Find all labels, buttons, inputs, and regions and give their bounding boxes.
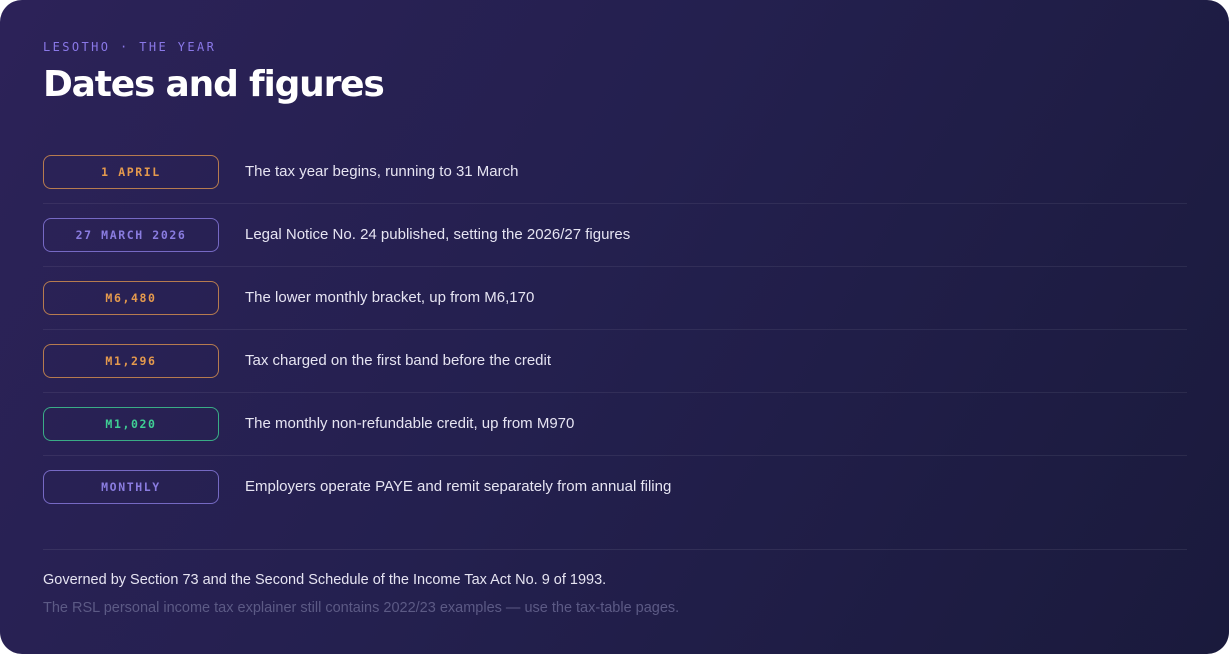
footer-divider bbox=[43, 549, 1187, 550]
date-tag: 27 MARCH 2026 bbox=[43, 218, 219, 252]
list-item: M1,296 Tax charged on the first band bef… bbox=[43, 330, 1187, 393]
page-title: Dates and figures bbox=[43, 64, 385, 105]
list-item: 27 MARCH 2026 Legal Notice No. 24 publis… bbox=[43, 204, 1187, 267]
list-item: 1 APRIL The tax year begins, running to … bbox=[43, 141, 1187, 204]
list-item: M1,020 The monthly non-refundable credit… bbox=[43, 393, 1187, 456]
footer-note: Governed by Section 73 and the Second Sc… bbox=[43, 572, 607, 588]
eyebrow-label: LESOTHO · THE YEAR bbox=[43, 40, 217, 54]
frequency-tag: MONTHLY bbox=[43, 470, 219, 504]
item-description: The monthly non-refundable credit, up fr… bbox=[245, 415, 575, 432]
item-description: The tax year begins, running to 31 March bbox=[245, 163, 519, 180]
figure-tag: M1,296 bbox=[43, 344, 219, 378]
dates-card: LESOTHO · THE YEAR Dates and figures 1 A… bbox=[0, 0, 1229, 654]
item-description: Legal Notice No. 24 published, setting t… bbox=[245, 226, 631, 243]
figure-tag: M6,480 bbox=[43, 281, 219, 315]
item-description: Tax charged on the first band before the… bbox=[245, 352, 552, 369]
date-tag: 1 APRIL bbox=[43, 155, 219, 189]
figure-tag: M1,020 bbox=[43, 407, 219, 441]
item-description: Employers operate PAYE and remit separat… bbox=[245, 478, 672, 495]
dates-list: 1 APRIL The tax year begins, running to … bbox=[43, 141, 1187, 519]
item-description: The lower monthly bracket, up from M6,17… bbox=[245, 289, 535, 306]
footer-subnote: The RSL personal income tax explainer st… bbox=[43, 600, 680, 616]
list-item: MONTHLY Employers operate PAYE and remit… bbox=[43, 456, 1187, 519]
list-item: M6,480 The lower monthly bracket, up fro… bbox=[43, 267, 1187, 330]
